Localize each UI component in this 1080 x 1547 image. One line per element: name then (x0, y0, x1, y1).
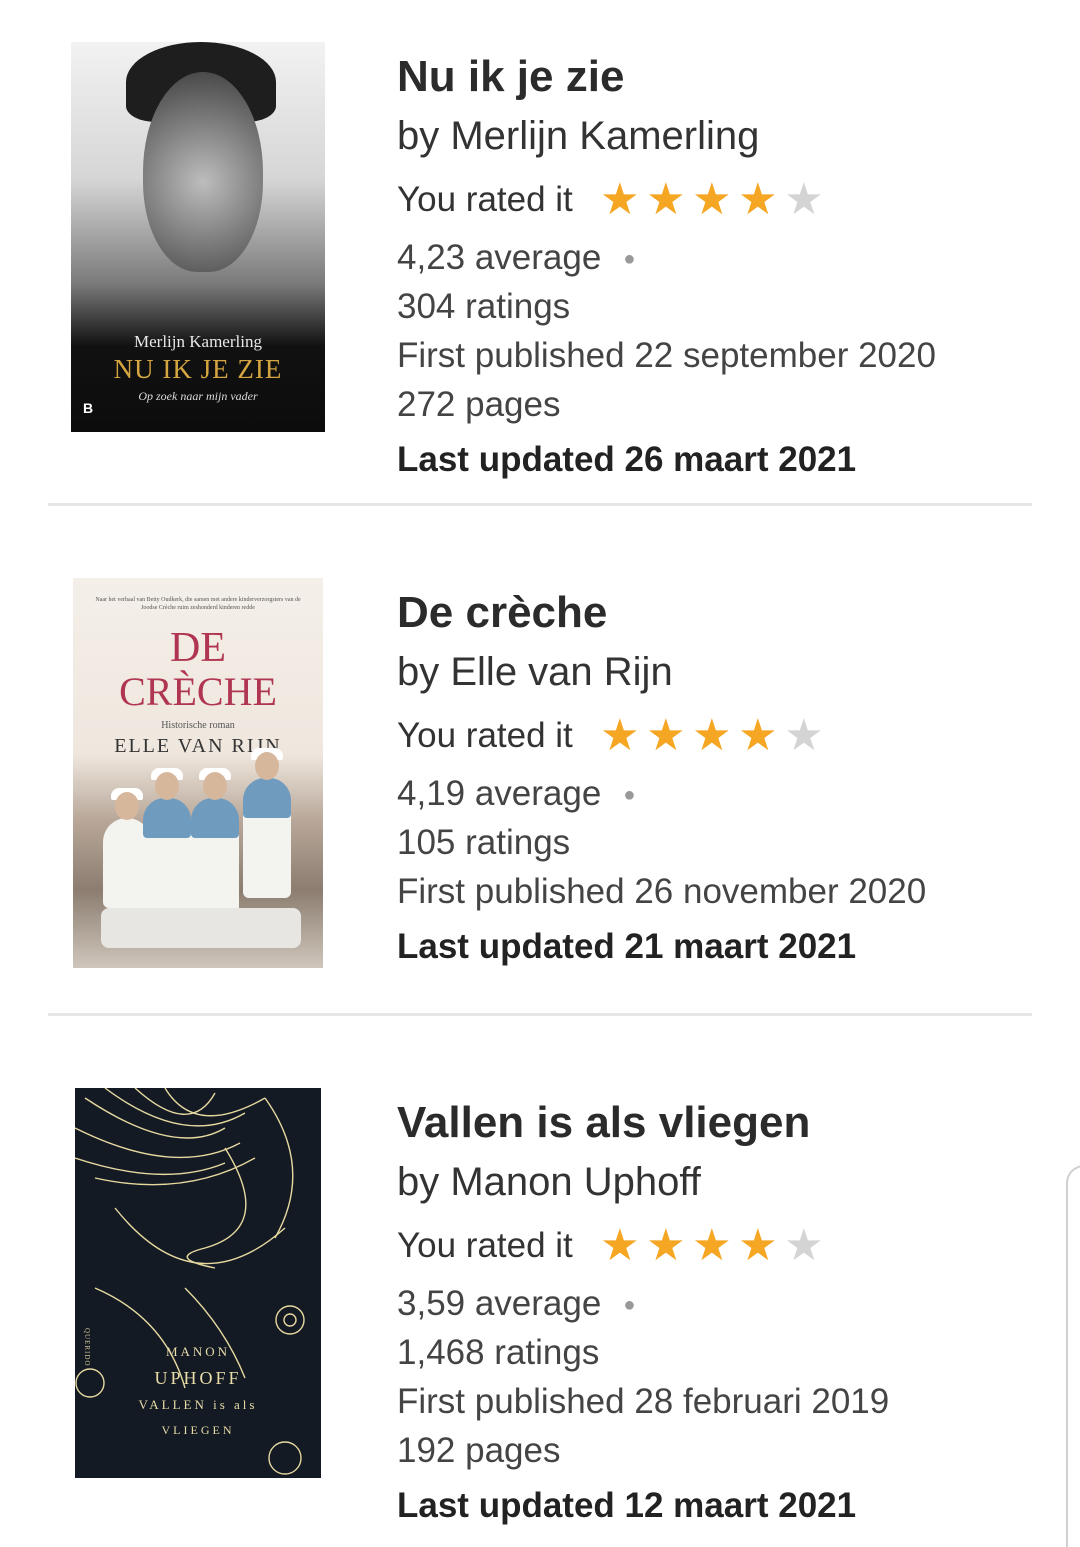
book-cover-image[interactable]: QUERIDO MANON UPHOFF VALLEN is als VLIEG… (75, 1088, 321, 1478)
user-rating-row: You rated it ★ ★ ★ ★ ★ (397, 178, 827, 222)
book-title[interactable]: Vallen is als vliegen (397, 1098, 810, 1148)
star-filled-icon[interactable]: ★ (689, 1224, 735, 1268)
star-filled-icon[interactable]: ★ (735, 1224, 781, 1268)
last-updated: Last updated 26 maart 2021 (397, 440, 857, 479)
first-published: First published 26 november 2020 (397, 872, 927, 911)
page-count: 192 pages (397, 1431, 561, 1470)
last-updated: Last updated 12 maart 2021 (397, 1486, 857, 1525)
rating-stars[interactable]: ★ ★ ★ ★ ★ (597, 1224, 827, 1268)
book-item[interactable]: Merlijn Kamerling NU IK JE ZIE Op zoek n… (0, 0, 1080, 505)
rating-stars[interactable]: ★ ★ ★ ★ ★ (597, 178, 827, 222)
cover-title-a: VALLEN is als (138, 1397, 258, 1412)
book-cover-image[interactable]: Naar het verhaal van Betty Oudkerk, die … (73, 578, 323, 968)
average-rating: 3,59 average ● (397, 1284, 636, 1323)
cover-tagline: Naar het verhaal van Betty Oudkerk, die … (95, 597, 301, 611)
first-published: First published 28 februari 2019 (397, 1382, 890, 1421)
star-filled-icon[interactable]: ★ (735, 178, 781, 222)
cover-author: Merlijn Kamerling (134, 332, 262, 351)
cover-title-b: VLIEGEN (161, 1423, 235, 1437)
rated-label: You rated it (397, 180, 573, 219)
star-empty-icon[interactable]: ★ (781, 1224, 827, 1268)
star-filled-icon[interactable]: ★ (643, 714, 689, 758)
cover-author-last: UPHOFF (154, 1368, 242, 1388)
star-filled-icon[interactable]: ★ (689, 178, 735, 222)
cover-title-line2: CRÈCHE (119, 669, 277, 714)
last-updated: Last updated 21 maart 2021 (397, 927, 857, 966)
separator-dot-icon: ● (623, 784, 636, 807)
star-filled-icon[interactable]: ★ (643, 1224, 689, 1268)
ratings-count: 105 ratings (397, 823, 571, 862)
first-published: First published 22 september 2020 (397, 336, 936, 375)
star-filled-icon[interactable]: ★ (597, 178, 643, 222)
cover-genre: Historische roman (161, 720, 235, 731)
rated-label: You rated it (397, 716, 573, 755)
separator-dot-icon: ● (623, 248, 636, 271)
star-filled-icon[interactable]: ★ (597, 1224, 643, 1268)
cover-photo-nurses (73, 748, 323, 968)
average-rating: 4,23 average ● (397, 238, 636, 277)
star-filled-icon[interactable]: ★ (597, 714, 643, 758)
publisher-logo: B (83, 400, 94, 416)
user-rating-row: You rated it ★ ★ ★ ★ ★ (397, 1224, 827, 1268)
divider (48, 503, 1032, 506)
star-filled-icon[interactable]: ★ (735, 714, 781, 758)
book-title[interactable]: De crèche (397, 588, 607, 638)
cover-portrait (143, 72, 263, 272)
average-rating: 4,19 average ● (397, 774, 636, 813)
star-empty-icon[interactable]: ★ (781, 178, 827, 222)
scroll-panel-edge (1066, 1165, 1080, 1547)
cover-title-line1: DE (170, 625, 226, 671)
book-title[interactable]: Nu ik je zie (397, 52, 624, 102)
user-rating-row: You rated it ★ ★ ★ ★ ★ (397, 714, 827, 758)
divider (48, 1013, 1032, 1016)
book-cover-image[interactable]: Merlijn Kamerling NU IK JE ZIE Op zoek n… (71, 42, 325, 432)
cover-author-first: MANON (165, 1344, 231, 1359)
cover-title: NU IK JE ZIE (113, 354, 283, 384)
star-filled-icon[interactable]: ★ (643, 178, 689, 222)
ratings-count: 304 ratings (397, 287, 571, 326)
cover-subtitle: Op zoek naar mijn vader (138, 389, 258, 403)
rating-stars[interactable]: ★ ★ ★ ★ ★ (597, 714, 827, 758)
ratings-count: 1,468 ratings (397, 1333, 600, 1372)
book-author[interactable]: by Merlijn Kamerling (397, 114, 759, 159)
star-filled-icon[interactable]: ★ (689, 714, 735, 758)
star-empty-icon[interactable]: ★ (781, 714, 827, 758)
page-count: 272 pages (397, 385, 561, 424)
separator-dot-icon: ● (623, 1294, 636, 1317)
book-author[interactable]: by Manon Uphoff (397, 1160, 701, 1205)
rated-label: You rated it (397, 1226, 573, 1265)
book-author[interactable]: by Elle van Rijn (397, 650, 673, 695)
